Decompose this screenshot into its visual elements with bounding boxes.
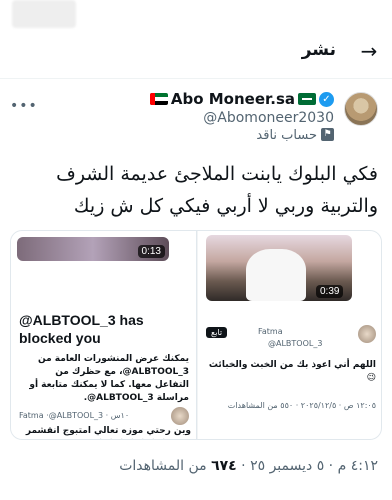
shield-icon: ⚑ [321, 128, 334, 141]
media-right[interactable]: 0:39 Fatma @ALBTOOL_3 تابع اللهم أني اعو… [198, 231, 381, 439]
video-duration: 0:13 [137, 245, 165, 258]
more-options-icon[interactable]: ••• [10, 98, 38, 114]
author-block: Abo Moneer.sa ✓ @Abomoneer2030 ⚑ حساب نا… [94, 90, 334, 143]
saudi-flag-icon [298, 93, 316, 105]
quote-header: Fatma ·@ALBTOOL_3 · ١٠س [19, 411, 130, 420]
tweet-time: ٤:١٢ م [337, 458, 378, 474]
avatar[interactable] [344, 92, 378, 126]
tweet-text: فكي البلوك يابنت الملاجئ عديمة الشرف وال… [56, 163, 378, 217]
user-handle[interactable]: @Abomoneer2030 [94, 110, 334, 126]
page-title: نشر [301, 40, 336, 60]
account-label: ⚑ حساب ناقد [94, 128, 334, 143]
status-bar-blur [12, 0, 76, 28]
quote-name: Fatma [258, 327, 283, 336]
video-thumbnail[interactable]: 0:39 [206, 235, 352, 301]
tweet-meta: ٤:١٢ م · ٥ ديسمبر ٢٥ · ٦٧٤ من المشاهدات [119, 458, 378, 474]
quote-handle: @ALBTOOL_3 [268, 339, 323, 348]
quote-text: وين رحتي موزه تعالي امتبوج انقشمر وياج 😂… [25, 426, 191, 436]
views-count[interactable]: ٦٧٤ [211, 458, 237, 474]
tweet-date: ٥ ديسمبر ٢٥ [250, 458, 325, 474]
divider [0, 78, 392, 79]
media-left[interactable]: 0:13 @ALBTOOL_3 has blocked you يمكنك عر… [11, 231, 197, 439]
quote-avatar [358, 325, 376, 343]
media-grid[interactable]: 0:13 @ALBTOOL_3 has blocked you يمكنك عر… [10, 230, 382, 440]
figure-shape [246, 249, 306, 301]
account-label-text: حساب ناقد [256, 128, 317, 143]
video-duration: 0:39 [316, 285, 344, 298]
follow-tag[interactable]: تابع [206, 327, 228, 338]
blocked-title: @ALBTOOL_3 has blocked you [19, 312, 144, 346]
back-arrow-icon[interactable]: → [356, 38, 382, 64]
views-label: من المشاهدات [119, 458, 207, 474]
display-name[interactable]: Abo Moneer.sa [171, 90, 295, 108]
quote-meta: ١٢:٠٥ ص · ٢٠٢٥/١٢/٥ · ٥٥٠ من المشاهدات [227, 401, 376, 410]
name-row: Abo Moneer.sa ✓ [94, 90, 334, 108]
video-thumbnail[interactable]: 0:13 [17, 237, 169, 261]
quote-avatar [171, 407, 189, 425]
verified-badge-icon: ✓ [319, 91, 334, 107]
quote-text: اللهم أني اعوذ بك من الخبث والخبائث 😉 [208, 360, 376, 383]
uae-flag-icon [149, 93, 168, 105]
top-bar: → نشر [0, 34, 392, 70]
blocked-body: يمكنك عرض المنشورات العامة من ALBTOOL_3@… [29, 354, 189, 403]
